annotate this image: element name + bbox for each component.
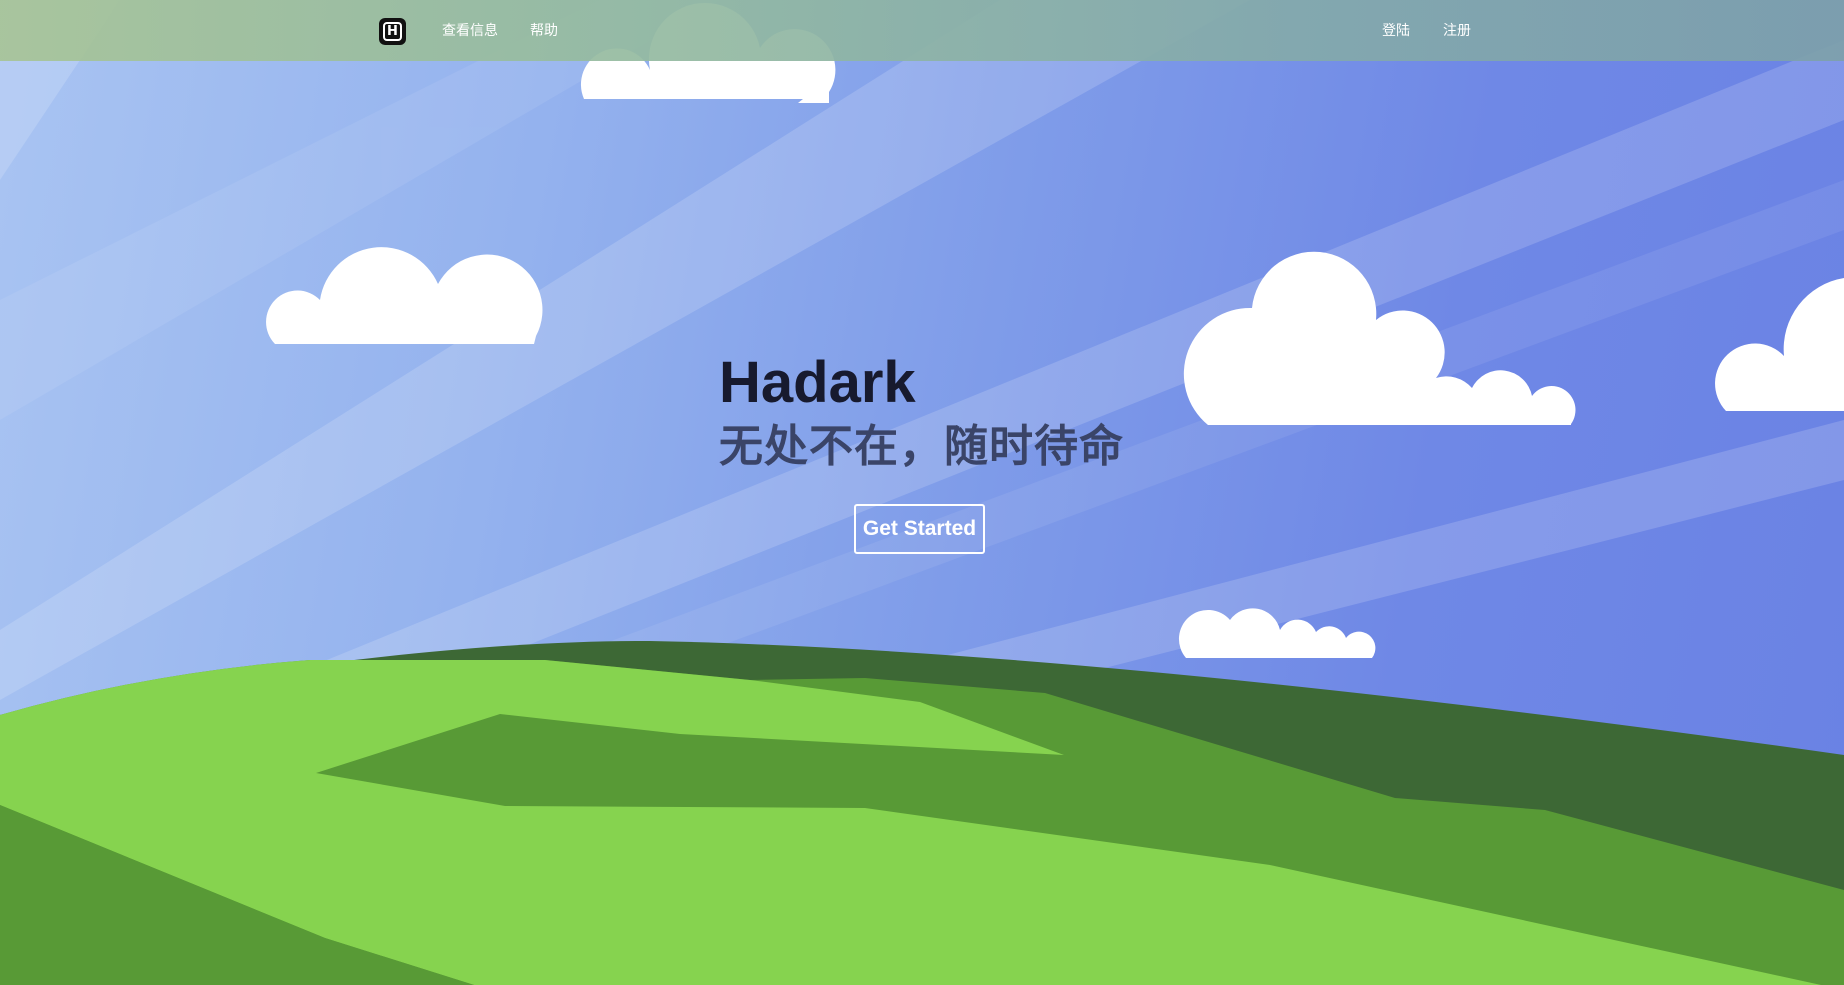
grass-hills — [0, 640, 1844, 985]
logo-icon[interactable]: H — [379, 18, 406, 45]
hero-subtitle: 无处不在，随时待命 — [719, 421, 1124, 472]
background-scene — [0, 0, 1844, 985]
nav-link-help[interactable]: 帮助 — [530, 22, 558, 40]
nav-link-login[interactable]: 登陆 — [1382, 22, 1410, 40]
sky-light-rays — [0, 0, 1844, 720]
logo-letter: H — [383, 22, 402, 41]
top-navbar: H 查看信息 帮助 登陆 注册 — [0, 0, 1844, 61]
nav-link-view-info[interactable]: 查看信息 — [442, 22, 498, 40]
hero-title: Hadark — [719, 350, 916, 415]
get-started-button[interactable]: Get Started — [854, 504, 985, 554]
landing-page: H 查看信息 帮助 登陆 注册 Hadark 无处不在，随时待命 Get Sta… — [0, 0, 1844, 985]
nav-link-register[interactable]: 注册 — [1443, 22, 1471, 40]
